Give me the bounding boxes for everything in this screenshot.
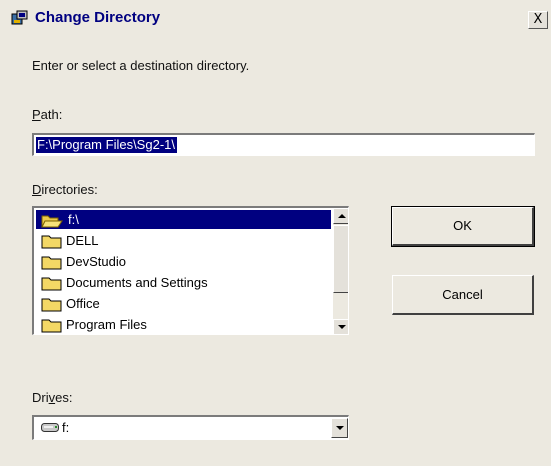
change-directory-dialog: Change Directory X Enter or select a des… [0, 0, 551, 466]
open-folder-icon [41, 215, 63, 228]
list-item-devstudio[interactable]: DevStudio [36, 252, 331, 272]
close-button[interactable]: X [528, 11, 548, 29]
list-item-program-files[interactable]: Program Files [36, 315, 331, 334]
path-input-value: F:\Program Files\Sg2-1\ [36, 137, 177, 153]
list-item-office[interactable]: Office [36, 294, 331, 314]
arrow-up-icon [338, 214, 346, 218]
folder-icon [41, 235, 62, 249]
drives-label: Drives: [32, 390, 73, 405]
scroll-thumb[interactable] [333, 225, 348, 293]
list-item-documents-and-settings[interactable]: Documents and Settings [36, 273, 331, 293]
ok-button[interactable]: OK [391, 206, 535, 247]
scroll-up-button[interactable] [333, 208, 348, 224]
list-item-dell[interactable]: DELL [36, 231, 331, 251]
setup-app-icon [11, 10, 28, 25]
drives-dropdown[interactable]: f: [32, 415, 349, 440]
folder-icon [41, 298, 62, 312]
folder-icon [41, 277, 62, 291]
dialog-title: Change Directory [35, 9, 161, 26]
folder-icon [41, 256, 62, 270]
cancel-button[interactable]: Cancel [392, 275, 534, 315]
directories-list[interactable]: f:\ DELL DevStudio Documents and Setting… [32, 206, 349, 335]
drive-value: f: [62, 420, 70, 435]
list-item-root[interactable]: f:\ [36, 210, 331, 230]
chevron-down-icon [336, 426, 344, 430]
drives-dropdown-button[interactable] [331, 418, 348, 438]
path-input[interactable]: F:\Program Files\Sg2-1\ [32, 133, 535, 156]
close-icon: X [533, 12, 543, 27]
hard-drive-icon [41, 423, 59, 432]
directories-scrollbar[interactable] [333, 208, 348, 334]
scroll-down-button[interactable] [333, 319, 348, 334]
directories-label: Directories: [32, 182, 98, 197]
title-bar[interactable]: Change Directory X [0, 0, 551, 34]
path-label: Path: [32, 107, 63, 122]
folder-icon [41, 319, 62, 333]
arrow-down-icon [338, 325, 346, 329]
instruction-text: Enter or select a destination directory. [32, 58, 250, 73]
